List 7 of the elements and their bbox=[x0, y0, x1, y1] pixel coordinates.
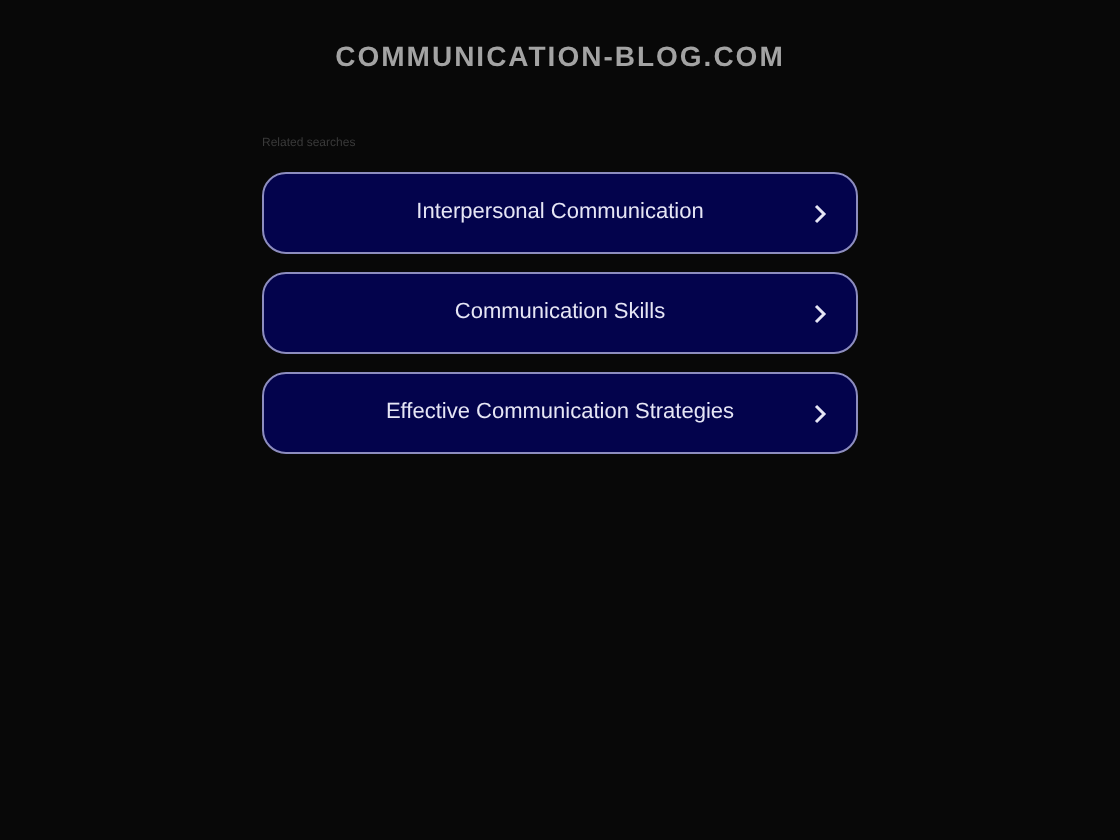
search-link[interactable]: Effective Communication Strategies bbox=[262, 372, 858, 454]
chevron-icon bbox=[814, 404, 828, 424]
chevron-icon bbox=[814, 304, 828, 324]
site-domain: COMMUNICATION-BLOG.COM bbox=[335, 38, 785, 76]
search-link[interactable]: Interpersonal Communication bbox=[262, 172, 858, 254]
chevron-icon bbox=[814, 204, 828, 224]
search-link[interactable]: Communication Skills bbox=[262, 272, 858, 354]
